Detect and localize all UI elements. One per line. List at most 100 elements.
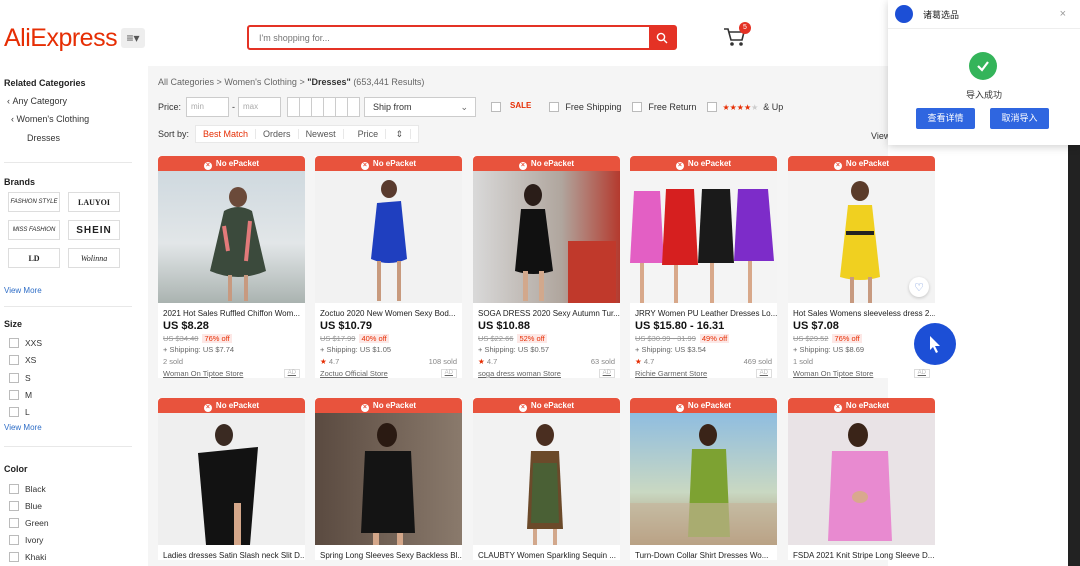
aliexpress-logo[interactable]: AliExpress bbox=[4, 24, 118, 53]
size-l-checkbox[interactable]: L bbox=[9, 407, 30, 417]
search-button[interactable] bbox=[649, 27, 675, 48]
any-category-link[interactable]: ‹ Any Category bbox=[7, 96, 67, 106]
breadcrumb-all-categories[interactable]: All Categories bbox=[158, 77, 214, 87]
ship-from-select[interactable]: Ship from ⌄ bbox=[364, 97, 477, 117]
free-return-checkbox[interactable] bbox=[632, 102, 643, 112]
browser-side-strip bbox=[1068, 145, 1080, 566]
size-xs-checkbox[interactable]: XS bbox=[9, 355, 36, 365]
sort-price[interactable]: Price ⇕ bbox=[344, 128, 419, 140]
product-image[interactable] bbox=[158, 413, 305, 545]
search-input[interactable] bbox=[249, 27, 644, 48]
brands-view-more-link[interactable]: View More bbox=[4, 286, 42, 295]
womens-clothing-link[interactable]: ‹ Women's Clothing bbox=[11, 114, 89, 124]
size-m-checkbox[interactable]: M bbox=[9, 390, 32, 400]
sort-best-match[interactable]: Best Match bbox=[196, 129, 257, 139]
color-green-checkbox[interactable]: Green bbox=[9, 518, 49, 528]
dress-illustration bbox=[210, 187, 266, 301]
product-title[interactable]: Spring Long Sleeves Sexy Backless Bl... bbox=[315, 545, 462, 560]
product-image[interactable] bbox=[630, 171, 777, 303]
product-image[interactable] bbox=[630, 413, 777, 545]
brand-fashion-style[interactable]: FASHION STYLE bbox=[8, 192, 60, 212]
store-link[interactable]: Woman On Tiptoe Store AD bbox=[158, 366, 305, 378]
product-card[interactable]: × No ePacket JRRY Women PU Leather Dresse… bbox=[630, 156, 777, 378]
product-title[interactable]: 2021 Hot Sales Ruffled Chiffon Wom... bbox=[158, 303, 305, 318]
size-view-more-link[interactable]: View More bbox=[4, 423, 42, 432]
store-link[interactable]: Woman On Tiptoe Store AD bbox=[788, 366, 935, 378]
checkbox-icon bbox=[9, 338, 19, 348]
product-card[interactable]: × No ePacket Turn-Down Collar Shirt Dress… bbox=[630, 398, 777, 560]
category-menu-button[interactable]: ≡▾ bbox=[121, 28, 145, 48]
product-title[interactable]: Hot Sales Womens sleeveless dress 2... bbox=[788, 303, 935, 318]
product-title[interactable]: SOGA DRESS 2020 Sexy Autumn Tur... bbox=[473, 303, 620, 318]
related-categories-title: Related Categories bbox=[4, 78, 86, 88]
product-title[interactable]: CLAUBTY Women Sparkling Sequin ... bbox=[473, 545, 620, 560]
shipping-cost: + Shipping: US $0.57 bbox=[478, 345, 550, 354]
price-min-input[interactable]: min bbox=[186, 97, 230, 117]
close-circle-icon: × bbox=[203, 162, 212, 170]
checkbox-icon bbox=[9, 501, 19, 511]
product-card[interactable]: × No ePacket CLAUBTY Women Sparkling Sequ… bbox=[473, 398, 620, 560]
brand-shein[interactable]: SHEIN bbox=[68, 220, 120, 240]
color-ivory-checkbox[interactable]: Ivory bbox=[9, 535, 43, 545]
price-max-input[interactable]: max bbox=[238, 97, 282, 117]
color-blue-checkbox[interactable]: Blue bbox=[9, 501, 42, 511]
product-image[interactable] bbox=[473, 171, 620, 303]
product-title[interactable]: Zoctuo 2020 New Women Sexy Bod... bbox=[315, 303, 462, 318]
product-meta: ★ 4.7 469 sold bbox=[630, 354, 777, 366]
product-price: US $8.28 bbox=[163, 320, 209, 332]
wishlist-heart-icon[interactable]: ♡ bbox=[909, 277, 929, 297]
product-card[interactable]: × No ePacket Zoctuo 2020 New Women Sexy B… bbox=[315, 156, 462, 378]
product-image[interactable] bbox=[788, 413, 935, 545]
product-title[interactable]: Turn-Down Collar Shirt Dresses Wo... bbox=[630, 545, 777, 560]
close-circle-icon: × bbox=[833, 162, 842, 170]
product-card[interactable]: × No ePacket ♡ Hot Sales Womens sleeveles… bbox=[788, 156, 935, 378]
breadcrumb-womens-clothing[interactable]: Women's Clothing bbox=[224, 77, 297, 87]
product-image[interactable] bbox=[315, 413, 462, 545]
product-image[interactable]: ♡ bbox=[788, 171, 935, 303]
color-khaki-checkbox[interactable]: Khaki bbox=[9, 552, 46, 562]
sale-checkbox[interactable] bbox=[491, 102, 502, 112]
brand-miss-fashion[interactable]: MISS FASHION bbox=[8, 220, 60, 240]
no-epacket-banner: × No ePacket bbox=[630, 398, 777, 413]
discount-badge: 76% off bbox=[832, 334, 862, 343]
product-card[interactable]: × No ePacket Ladies dresses Satin Slash n… bbox=[158, 398, 305, 560]
checkbox-icon bbox=[9, 484, 19, 494]
view-details-button[interactable]: 查看详情 bbox=[916, 108, 975, 129]
rating-checkbox[interactable] bbox=[707, 102, 718, 112]
product-title[interactable]: JRRY Women PU Leather Dresses Lo... bbox=[630, 303, 777, 318]
close-icon[interactable]: × bbox=[1060, 8, 1066, 20]
breadcrumb-current: "Dresses" bbox=[307, 77, 351, 87]
no-epacket-banner: × No ePacket bbox=[788, 156, 935, 171]
product-title[interactable]: FSDA 2021 Knit Stripe Long Sleeve D... bbox=[788, 545, 935, 560]
menu-icon: ≡▾ bbox=[126, 31, 140, 45]
sort-orders[interactable]: Orders bbox=[256, 129, 299, 139]
no-epacket-banner: × No ePacket bbox=[788, 398, 935, 413]
product-image[interactable] bbox=[158, 171, 305, 303]
brand-lauyoi[interactable]: LAUYOI bbox=[68, 192, 120, 212]
product-card[interactable]: × No ePacket 2021 Hot Sales Ruffled Chiff… bbox=[158, 156, 305, 378]
ad-badge: AD bbox=[440, 369, 457, 378]
store-link[interactable]: soga dress woman Store AD bbox=[473, 366, 620, 378]
size-s-checkbox[interactable]: S bbox=[9, 373, 31, 383]
dresses-link[interactable]: Dresses bbox=[27, 133, 60, 143]
product-card[interactable]: × No ePacket Spring Long Sleeves Sexy Bac… bbox=[315, 398, 462, 560]
brand-wolinna[interactable]: Wolinna bbox=[68, 248, 120, 268]
product-image[interactable] bbox=[473, 413, 620, 545]
sold-count: 108 sold bbox=[428, 357, 457, 366]
brand-ld[interactable]: LD bbox=[8, 248, 60, 268]
product-card[interactable]: × No ePacket FSDA 2021 Knit Stripe Long S… bbox=[788, 398, 935, 560]
sort-newest[interactable]: Newest bbox=[299, 129, 344, 139]
product-title[interactable]: Ladies dresses Satin Slash neck Slit D..… bbox=[158, 545, 305, 560]
product-image[interactable] bbox=[315, 171, 462, 303]
free-shipping-checkbox[interactable] bbox=[549, 102, 560, 112]
plugin-float-button[interactable] bbox=[914, 323, 956, 365]
store-link[interactable]: Zoctuo Official Store AD bbox=[315, 366, 462, 378]
checkbox-icon bbox=[9, 373, 19, 383]
price-range-slot[interactable] bbox=[347, 97, 361, 117]
color-black-checkbox[interactable]: Black bbox=[9, 484, 46, 494]
product-card[interactable]: × No ePacket SOGA DRESS 2020 Sexy Autumn … bbox=[473, 156, 620, 378]
cancel-import-button[interactable]: 取消导入 bbox=[990, 108, 1049, 129]
product-meta: ★ 4.7 63 sold bbox=[473, 354, 620, 366]
size-xxs-checkbox[interactable]: XXS bbox=[9, 338, 42, 348]
store-link[interactable]: Richie Garment Store AD bbox=[630, 366, 777, 378]
